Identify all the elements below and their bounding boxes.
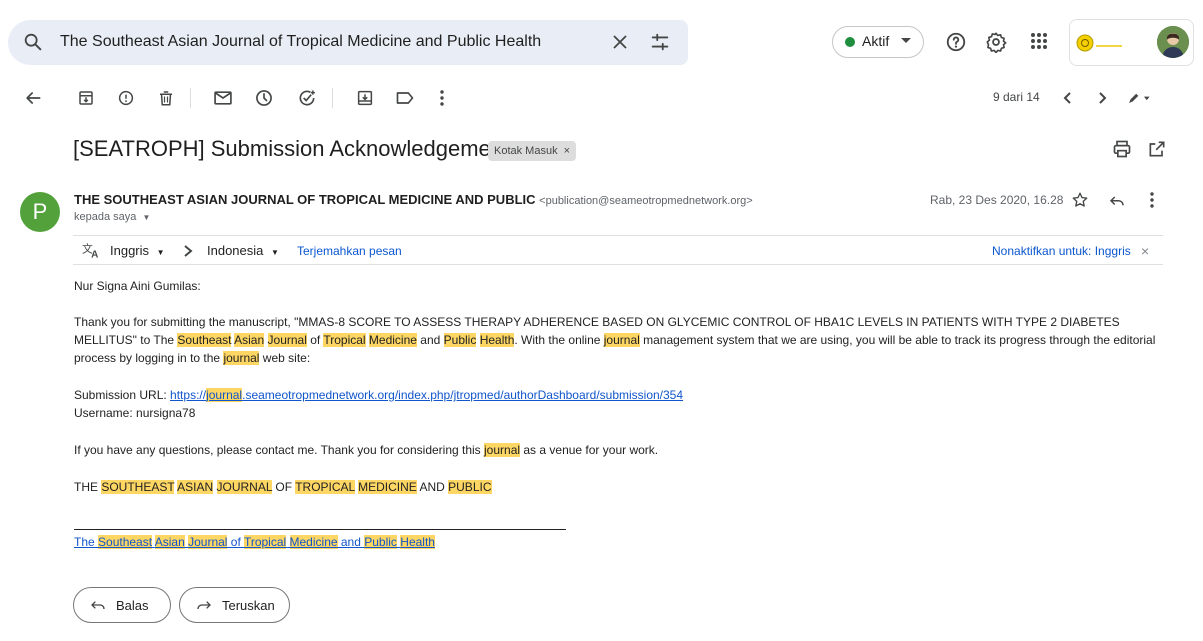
move-to-icon[interactable] <box>353 86 377 110</box>
filter-icon[interactable] <box>649 31 671 53</box>
username-line: Username: nursigna78 <box>74 406 196 420</box>
clear-icon[interactable] <box>609 31 631 53</box>
back-icon[interactable] <box>21 86 45 110</box>
reply-icon[interactable] <box>1108 191 1126 209</box>
delete-icon[interactable] <box>154 86 178 110</box>
close-icon[interactable]: × <box>564 145 570 157</box>
disable-translate-link[interactable]: Nonaktifkan untuk: Inggris <box>992 244 1131 258</box>
footer-journal-link-line: The Southeast Asian Journal of Tropical … <box>74 533 435 551</box>
chevron-down-icon: ▼ <box>156 248 165 257</box>
avatar[interactable] <box>1157 26 1189 58</box>
more-icon[interactable] <box>1149 191 1155 209</box>
prev-icon[interactable] <box>1056 86 1080 110</box>
body-paragraph-2: If you have any questions, please contac… <box>74 443 659 457</box>
apps-icon[interactable] <box>1029 31 1049 51</box>
target-language-label: Indonesia <box>207 243 264 258</box>
close-icon[interactable]: × <box>1141 243 1149 259</box>
signature-journal-name: THE SOUTHEAST ASIAN JOURNAL OF TROPICAL … <box>74 480 492 494</box>
greeting: Nur Signa Aini Gumilas: <box>74 279 201 293</box>
target-language[interactable]: Indonesia ▼ <box>207 243 279 258</box>
label-icon[interactable] <box>393 86 417 110</box>
reply-icon <box>90 598 106 612</box>
footer-journal-link[interactable]: The Southeast Asian Journal of Tropical … <box>74 535 435 549</box>
search-icon[interactable] <box>22 31 44 53</box>
more-icon[interactable] <box>430 86 454 110</box>
sender-name[interactable]: THE SOUTHEAST ASIAN JOURNAL OF TROPICAL … <box>74 192 536 207</box>
sender-line: THE SOUTHEAST ASIAN JOURNAL OF TROPICAL … <box>74 192 753 207</box>
next-icon[interactable] <box>1090 86 1114 110</box>
inbox-label-chip[interactable]: Kotak Masuk × <box>488 141 577 161</box>
archive-icon[interactable] <box>74 86 98 110</box>
settings-icon[interactable] <box>985 31 1007 53</box>
status-label: Aktif <box>862 33 890 49</box>
forward-icon <box>196 598 212 612</box>
snooze-icon[interactable] <box>252 86 276 110</box>
email-date: Rab, 23 Des 2020, 16.28 <box>930 193 1064 207</box>
source-language[interactable]: Inggris ▼ <box>110 243 165 258</box>
chevron-down-icon: ▼ <box>271 248 279 257</box>
signature-divider <box>74 529 566 530</box>
help-icon[interactable] <box>945 31 967 53</box>
toolbar-divider <box>332 88 333 108</box>
translate-icon: 文A <box>82 241 102 260</box>
svg-text:A: A <box>91 250 98 260</box>
reply-label: Balas <box>116 597 149 613</box>
submission-url-line: Submission URL: https://journal.seameotr… <box>74 388 684 402</box>
recipient-details[interactable]: kepada saya ▼ <box>74 211 150 223</box>
open-new-window-icon[interactable] <box>1147 139 1167 159</box>
reply-button[interactable]: Balas <box>73 587 171 623</box>
sender-email: <publication@seameotropmednetwork.org> <box>539 195 753 207</box>
submission-url-link[interactable]: https://journal.seameotropmednetwork.org… <box>170 388 683 402</box>
translate-message-link[interactable]: Terjemahkan pesan <box>297 244 402 258</box>
email-subject: [SEATROPH] Submission Acknowledgement <box>73 136 510 161</box>
body-paragraph-1: Thank you for submitting the manuscript,… <box>74 315 1156 365</box>
status-dot <box>845 37 855 47</box>
add-task-icon[interactable] <box>295 86 319 110</box>
source-language-label: Inggris <box>110 243 150 258</box>
recipient-label: kepada saya <box>74 211 137 223</box>
inbox-label-text: Kotak Masuk <box>494 145 558 157</box>
toolbar-divider <box>190 88 191 108</box>
page-count: 9 dari 14 <box>993 90 1040 104</box>
forward-button[interactable]: Teruskan <box>179 587 290 623</box>
search-input[interactable]: The Southeast Asian Journal of Tropical … <box>60 33 541 51</box>
forward-label: Teruskan <box>222 597 275 613</box>
chevron-down-icon <box>901 38 911 44</box>
chevron-down-icon: ▼ <box>142 213 151 222</box>
print-icon[interactable] <box>1112 139 1132 159</box>
pen-icon[interactable] <box>1127 86 1151 110</box>
star-icon[interactable] <box>1071 191 1089 209</box>
mark-unread-icon[interactable] <box>211 86 235 110</box>
report-spam-icon[interactable] <box>114 86 138 110</box>
institution-logo <box>1076 33 1124 53</box>
sender-avatar: P <box>20 192 60 232</box>
arrow-right-icon <box>182 244 194 258</box>
